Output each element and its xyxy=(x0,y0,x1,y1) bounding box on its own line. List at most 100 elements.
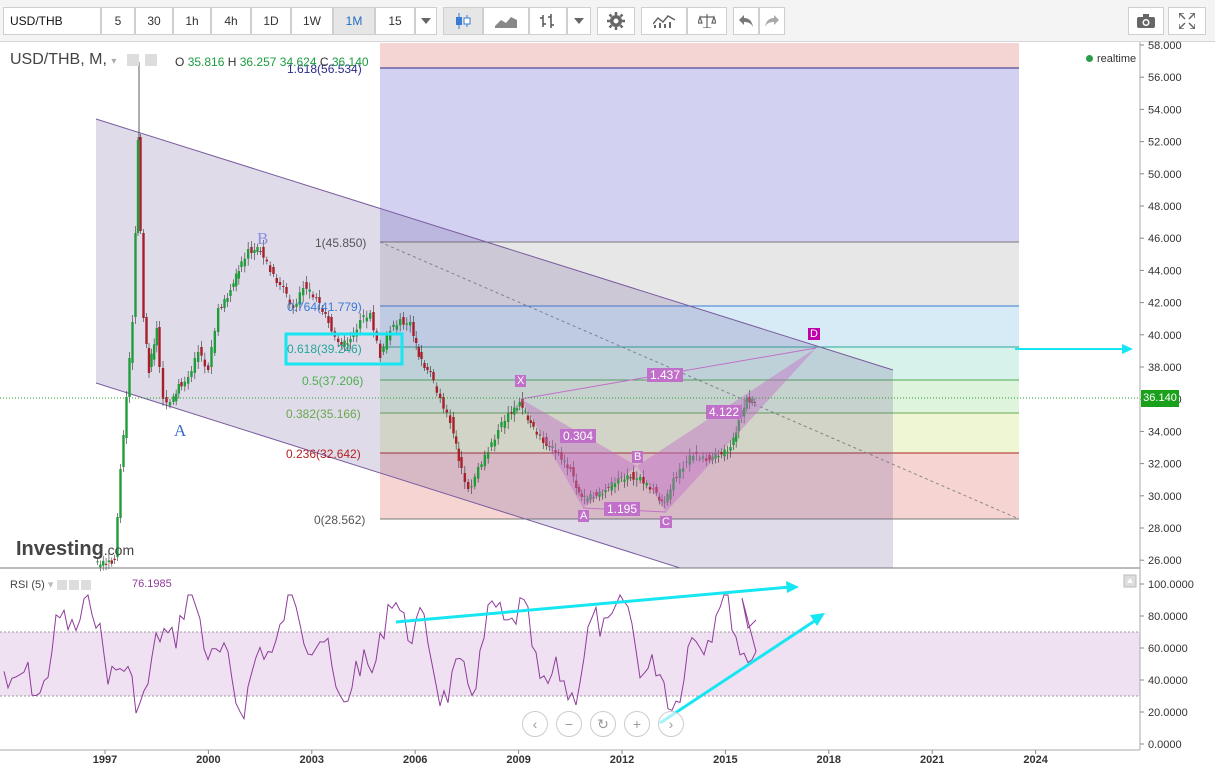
price-tick-label: 34.000 xyxy=(1148,426,1182,438)
candle-body xyxy=(134,233,137,317)
wave-label-a: A xyxy=(174,421,187,440)
rsi-close-icon[interactable] xyxy=(80,580,91,591)
zoom-out-button[interactable]: − xyxy=(556,711,582,737)
candle-body xyxy=(145,317,148,344)
candle-body xyxy=(183,381,187,387)
fib-label: 0.5(37.206) xyxy=(302,374,364,388)
candle-body xyxy=(142,233,145,318)
last-price-tag: 36.140 xyxy=(1141,390,1179,407)
candle-body xyxy=(378,343,382,358)
candle-body xyxy=(392,324,395,327)
time-axis[interactable]: 1997 2000 2003 2006 2009 2012 2015 2018 2021 2024 xyxy=(93,750,1049,766)
chevron-down-icon[interactable]: ▾ xyxy=(111,56,116,67)
scroll-right-button[interactable]: › xyxy=(658,711,684,737)
candle-body xyxy=(327,316,330,323)
candle-body xyxy=(493,439,497,447)
candle-body xyxy=(315,297,318,299)
chart-legend[interactable]: USD/THB, M, ▾ xyxy=(10,51,158,69)
candle-body xyxy=(365,317,369,322)
price-axis[interactable]: 58.000 56.000 54.000 52.000 50.000 48.000 46.0… xyxy=(1140,40,1182,567)
open-value: 35.816 xyxy=(187,55,225,69)
rsi-tick-label: 40.0000 xyxy=(1148,675,1188,687)
candle-body xyxy=(385,335,389,350)
status-dot-icon xyxy=(1086,55,1093,62)
candle-body xyxy=(237,271,241,279)
harmonic-ratio-bd: 4.122 xyxy=(706,405,743,419)
chevron-down-icon[interactable]: ▾ xyxy=(48,579,54,591)
candle-body xyxy=(104,563,108,565)
candle-body xyxy=(210,347,213,367)
candle-body xyxy=(99,564,102,568)
harmonic-ratio-xb: 0.304 xyxy=(560,429,597,443)
candle-body xyxy=(301,288,305,296)
legend-close-icon[interactable] xyxy=(145,53,158,66)
harmonic-point-c: C xyxy=(660,516,672,528)
rsi-visibility-icon[interactable] xyxy=(68,580,79,591)
scroll-left-button[interactable]: ‹ xyxy=(522,711,548,737)
price-chart[interactable]: 58.000 56.000 54.000 52.000 50.000 48.000 46.0… xyxy=(0,0,1215,771)
price-tick-label: 38.000 xyxy=(1148,362,1182,374)
ohlc-values: O 35.816 H 36.257 34.624 C 36.140 xyxy=(175,55,369,69)
candle-body xyxy=(466,482,470,489)
candle-body xyxy=(125,397,128,438)
harmonic-point-x: X xyxy=(515,375,527,387)
candle-body xyxy=(513,407,516,415)
reset-button[interactable]: ↻ xyxy=(590,711,616,737)
candle-body xyxy=(420,352,423,359)
candle-body xyxy=(506,413,510,422)
candle-body xyxy=(234,273,238,287)
candle-body xyxy=(152,344,156,360)
candle-body xyxy=(265,259,269,262)
candle-body xyxy=(503,421,507,428)
rsi-tick-label: 100.0000 xyxy=(1148,579,1194,591)
candle-body xyxy=(229,290,232,296)
candle-body xyxy=(515,408,519,411)
candle-body xyxy=(496,430,500,439)
time-tick-label: 2000 xyxy=(196,754,220,766)
candle-body xyxy=(645,483,648,486)
price-tick-label: 40.000 xyxy=(1148,330,1182,342)
fib-label: 1(45.850) xyxy=(315,236,367,250)
time-tick-label: 2015 xyxy=(713,754,737,766)
candle-body xyxy=(398,319,402,326)
rsi-legend[interactable]: RSI (5) ▾ xyxy=(10,578,91,591)
candle-body xyxy=(638,477,642,481)
rsi-settings-icon[interactable] xyxy=(56,580,67,591)
candle-body xyxy=(155,328,159,346)
candle-body xyxy=(454,436,458,444)
price-tick-label: 30.000 xyxy=(1148,491,1182,503)
rsi-tick-label: 0.0000 xyxy=(1148,739,1182,751)
candle-body xyxy=(305,282,308,289)
low-value: 34.624 xyxy=(279,55,317,69)
candle-body xyxy=(412,322,415,336)
realtime-label: realtime xyxy=(1097,53,1137,65)
candle-body xyxy=(246,249,250,259)
candle-body xyxy=(240,261,243,267)
rsi-tick-label: 20.0000 xyxy=(1148,707,1188,719)
candle-body xyxy=(529,420,532,423)
zoom-in-button[interactable]: + xyxy=(624,711,650,737)
rsi-title: RSI (5) xyxy=(10,579,45,591)
candle-body xyxy=(729,447,732,451)
candle-body xyxy=(463,473,467,482)
candle-body xyxy=(213,331,217,353)
candle-body xyxy=(172,396,175,402)
candle-body xyxy=(206,365,210,370)
candle-body xyxy=(161,368,165,399)
candle-body xyxy=(96,561,99,563)
logo-text: Investing xyxy=(16,538,104,560)
legend-settings-icon[interactable] xyxy=(126,53,139,66)
candle-body xyxy=(372,312,375,331)
rsi-band xyxy=(0,632,1140,696)
candle-body xyxy=(150,353,153,367)
wave-label-b: B xyxy=(257,229,269,248)
rsi-axis[interactable]: 100.0000 80.0000 60.0000 40.0000 20.0000 0.00… xyxy=(1140,579,1194,751)
candle-body xyxy=(524,410,527,412)
candle-body xyxy=(448,415,452,423)
candle-body xyxy=(168,402,172,406)
candle-body xyxy=(460,457,463,468)
fib-zone xyxy=(380,68,1019,242)
price-tick-label: 32.000 xyxy=(1148,459,1182,471)
candle-body xyxy=(457,448,461,461)
price-tick-label: 26.000 xyxy=(1148,555,1182,567)
